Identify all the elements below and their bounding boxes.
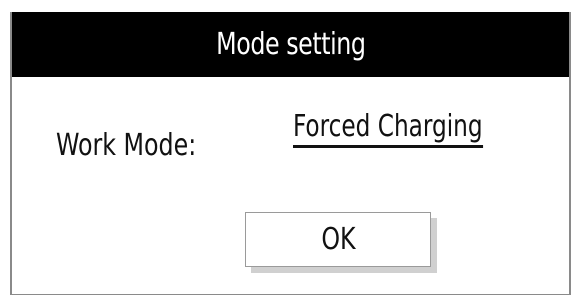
ok-button[interactable]: OK — [245, 212, 431, 267]
dialog-title: Mode setting — [215, 27, 366, 62]
work-mode-label: Work Mode: — [56, 128, 197, 163]
work-mode-selector[interactable]: Forced Charging — [293, 110, 483, 148]
ok-button-container: OK — [245, 212, 437, 273]
dialog-titlebar: Mode setting — [12, 12, 569, 77]
mode-setting-dialog: Mode setting Work Mode: Forced Charging … — [10, 12, 571, 295]
ok-button-label: OK — [320, 222, 356, 257]
